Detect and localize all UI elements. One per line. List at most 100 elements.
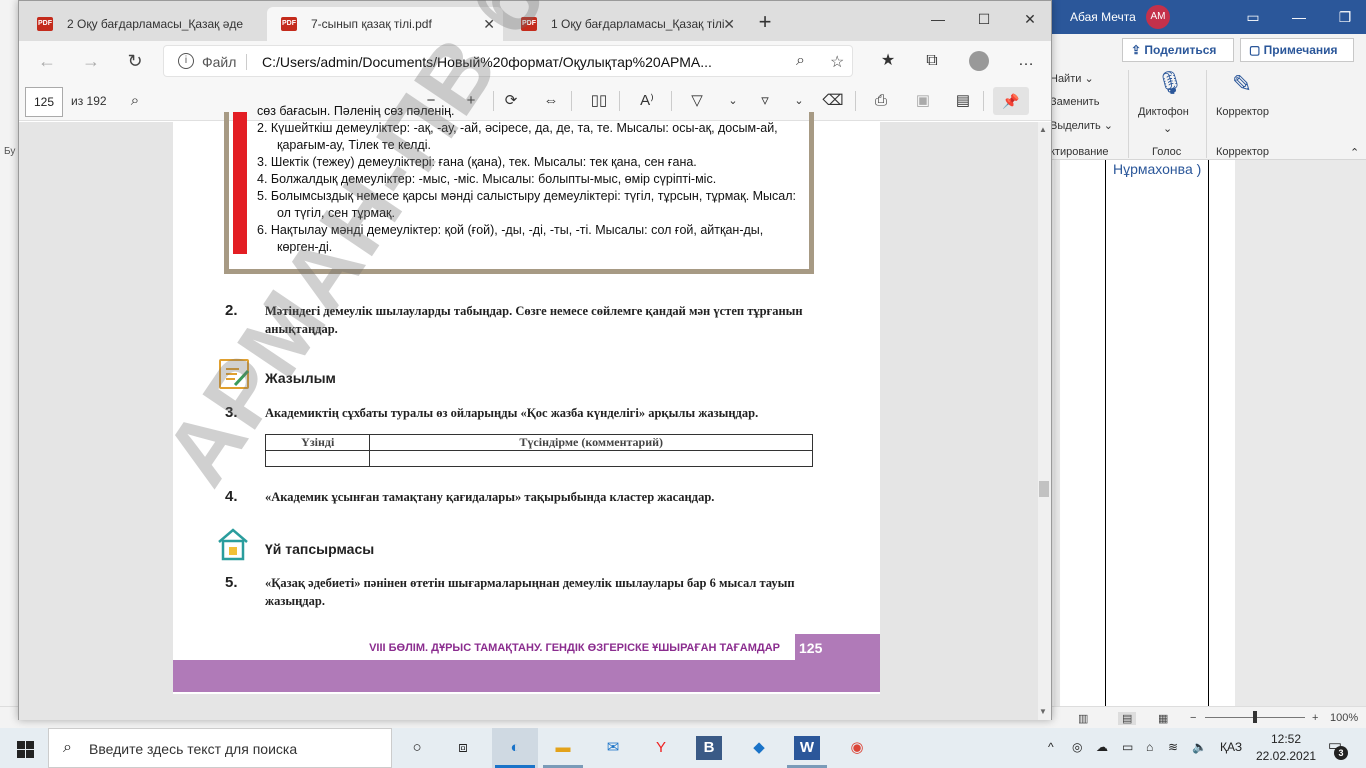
dictate-button[interactable]: Диктофон (1138, 106, 1189, 118)
pdf-icon: PDF (521, 17, 537, 31)
start-button[interactable] (0, 728, 48, 768)
close-tab-icon[interactable]: ✕ (723, 7, 735, 41)
battery-icon[interactable]: ▭ (1122, 740, 1133, 754)
more-options-icon[interactable]: … (1013, 49, 1039, 73)
back-icon[interactable]: ← (33, 49, 61, 73)
address-bar[interactable]: i Файл C:/Users/admin/Documents/Новый%20… (163, 45, 853, 77)
divider (246, 54, 247, 70)
collections-icon[interactable]: ⧉ (919, 49, 945, 73)
editor-button[interactable]: Корректор (1216, 106, 1269, 118)
taskbar-search[interactable]: ⌕ Введите здесь текст для поиска (48, 728, 392, 768)
notification-icon[interactable]: ▭ 3 (1322, 736, 1348, 760)
page-total: из 192 (71, 94, 107, 108)
minimize-icon[interactable]: — (1276, 0, 1322, 34)
find-button[interactable]: Найти ⌄ (1050, 72, 1094, 85)
maximize-icon[interactable]: ☐ (961, 5, 1007, 33)
zoom-thumb[interactable] (1253, 711, 1257, 723)
close-icon[interactable]: ✕ (1007, 5, 1053, 33)
tab-program-language[interactable]: PDF 1 Оқу бағдарламасы_Қазақ тілі ✕ (507, 7, 743, 41)
table-cell (264, 450, 371, 467)
collapse-ribbon-icon[interactable]: ⌃ (1350, 146, 1359, 159)
table-border (1105, 160, 1106, 706)
scroll-up-icon[interactable]: ▲ (1039, 125, 1047, 134)
wifi-icon[interactable]: ≋ (1168, 740, 1178, 754)
zoom-level[interactable]: 100% (1330, 712, 1358, 724)
pdf-icon: PDF (37, 17, 53, 31)
clock[interactable]: 12:52 22.02.2021 (1256, 731, 1316, 765)
save-icon[interactable]: ▣ (909, 89, 937, 113)
mail-icon[interactable]: ✉ (600, 736, 626, 760)
list-item: 6. Нақтылау мәнді демеуліктер: қой (ғой)… (257, 223, 764, 254)
language-indicator[interactable]: ҚАЗ (1220, 740, 1242, 754)
new-tab-button[interactable]: + (751, 9, 779, 37)
editing-group-label: ктирование (1050, 146, 1109, 158)
restore-icon[interactable]: ❐ (1322, 0, 1366, 34)
yandex-browser-icon[interactable]: B (696, 736, 722, 760)
yandex-icon[interactable]: Y (648, 736, 674, 760)
word-titlebar: Абая Мечта AM ▭ — ❐ (1050, 0, 1366, 34)
volume-icon[interactable]: 🔈 (1192, 740, 1207, 754)
refresh-icon[interactable]: ↻ (121, 49, 149, 73)
grammar-box: сөз бағасын. Пәленің сөз пәленің. 2. Күш… (224, 104, 814, 274)
print-icon[interactable]: ⎙ (867, 89, 895, 113)
search-placeholder: Введите здесь текст для поиска (89, 741, 298, 757)
scrollbar-thumb[interactable] (1039, 481, 1049, 497)
chrome-icon[interactable]: ◉ (844, 736, 870, 760)
zoom-icon[interactable]: ⌕ (796, 52, 805, 70)
favorites-icon[interactable]: ★ (875, 49, 901, 73)
notification-count: 3 (1334, 746, 1348, 760)
tab-program-literature[interactable]: PDF 2 Оқу бағдарламасы_Қазақ әде (23, 7, 263, 41)
eraser-icon[interactable]: ⌫ (819, 89, 847, 113)
close-tab-icon[interactable]: ✕ (483, 7, 495, 41)
forward-icon[interactable]: → (77, 49, 105, 73)
dropbox-icon[interactable]: ◆ (746, 736, 772, 760)
comments-button[interactable]: ▢ Примечания (1240, 38, 1354, 62)
replace-button[interactable]: Заменить (1050, 96, 1099, 108)
edge-window: PDF 2 Оқу бағдарламасы_Қазақ әде PDF 7-с… (18, 0, 1052, 720)
network-icon[interactable]: ⌂ (1146, 740, 1153, 754)
ribbon-divider (1128, 70, 1129, 158)
tray-expand-icon[interactable]: ^ (1048, 740, 1054, 754)
save-as-icon[interactable]: ▤ (949, 89, 977, 113)
file-explorer-icon[interactable]: ▬ (550, 736, 576, 760)
avatar[interactable]: AM (1146, 5, 1170, 29)
table-header: Үзінді (264, 434, 371, 451)
ribbon-display-icon[interactable]: ▭ (1230, 0, 1276, 34)
word-icon[interactable]: W (794, 736, 820, 760)
print-layout-icon[interactable]: ▤ (1118, 712, 1137, 725)
writing-icon (219, 359, 250, 389)
chevron-down-icon[interactable]: ⌄ (1163, 122, 1172, 135)
cortana-icon[interactable]: ○ (404, 736, 430, 760)
info-icon[interactable]: i (178, 53, 194, 69)
divider (855, 91, 856, 111)
edge-icon[interactable]: ◐ (502, 736, 528, 760)
doc-cell-text[interactable]: Нұрмахонва ) (1113, 160, 1203, 178)
tray-app-icon[interactable]: ◎ (1072, 740, 1082, 754)
scrollbar[interactable] (1038, 122, 1051, 720)
table-cell (369, 450, 813, 467)
select-button[interactable]: Выделить ⌄ (1050, 119, 1113, 132)
profile-avatar[interactable] (969, 51, 989, 71)
onedrive-icon[interactable]: ☁ (1096, 740, 1108, 754)
grammar-list: сөз бағасын. Пәленің сөз пәленің. 2. Күш… (257, 104, 807, 256)
search-icon[interactable]: ⌕ (121, 89, 149, 113)
share-button[interactable]: ⇪ Поделиться (1122, 38, 1234, 62)
page-number-input[interactable]: 125 (25, 87, 63, 117)
footer-page-number: 125 (799, 640, 823, 656)
microphone-icon: 🎙 (1156, 70, 1184, 95)
zoom-out-icon[interactable]: − (1190, 712, 1196, 724)
editor-group-label: Корректор (1216, 146, 1269, 158)
time: 12:52 (1270, 732, 1302, 746)
tab-pdf-grammar[interactable]: PDF 7-сынып қазақ тілі.pdf ✕ (267, 7, 503, 41)
scroll-down-icon[interactable]: ▼ (1039, 707, 1047, 716)
add-favorite-icon[interactable]: ☆ (830, 52, 844, 72)
url-text[interactable]: C:/Users/admin/Documents/Новый%20формат/… (262, 54, 782, 70)
minimize-icon[interactable]: — (915, 5, 961, 33)
search-icon: ⌕ (63, 739, 72, 756)
web-layout-icon[interactable]: ▦ (1158, 712, 1168, 725)
task-view-icon[interactable]: ⧈ (450, 736, 476, 760)
pin-toolbar-icon[interactable]: 📌 (993, 87, 1029, 115)
account-name[interactable]: Абая Мечта (1070, 10, 1136, 24)
read-mode-icon[interactable]: ▥ (1078, 712, 1088, 725)
zoom-in-icon[interactable]: + (1312, 712, 1318, 724)
